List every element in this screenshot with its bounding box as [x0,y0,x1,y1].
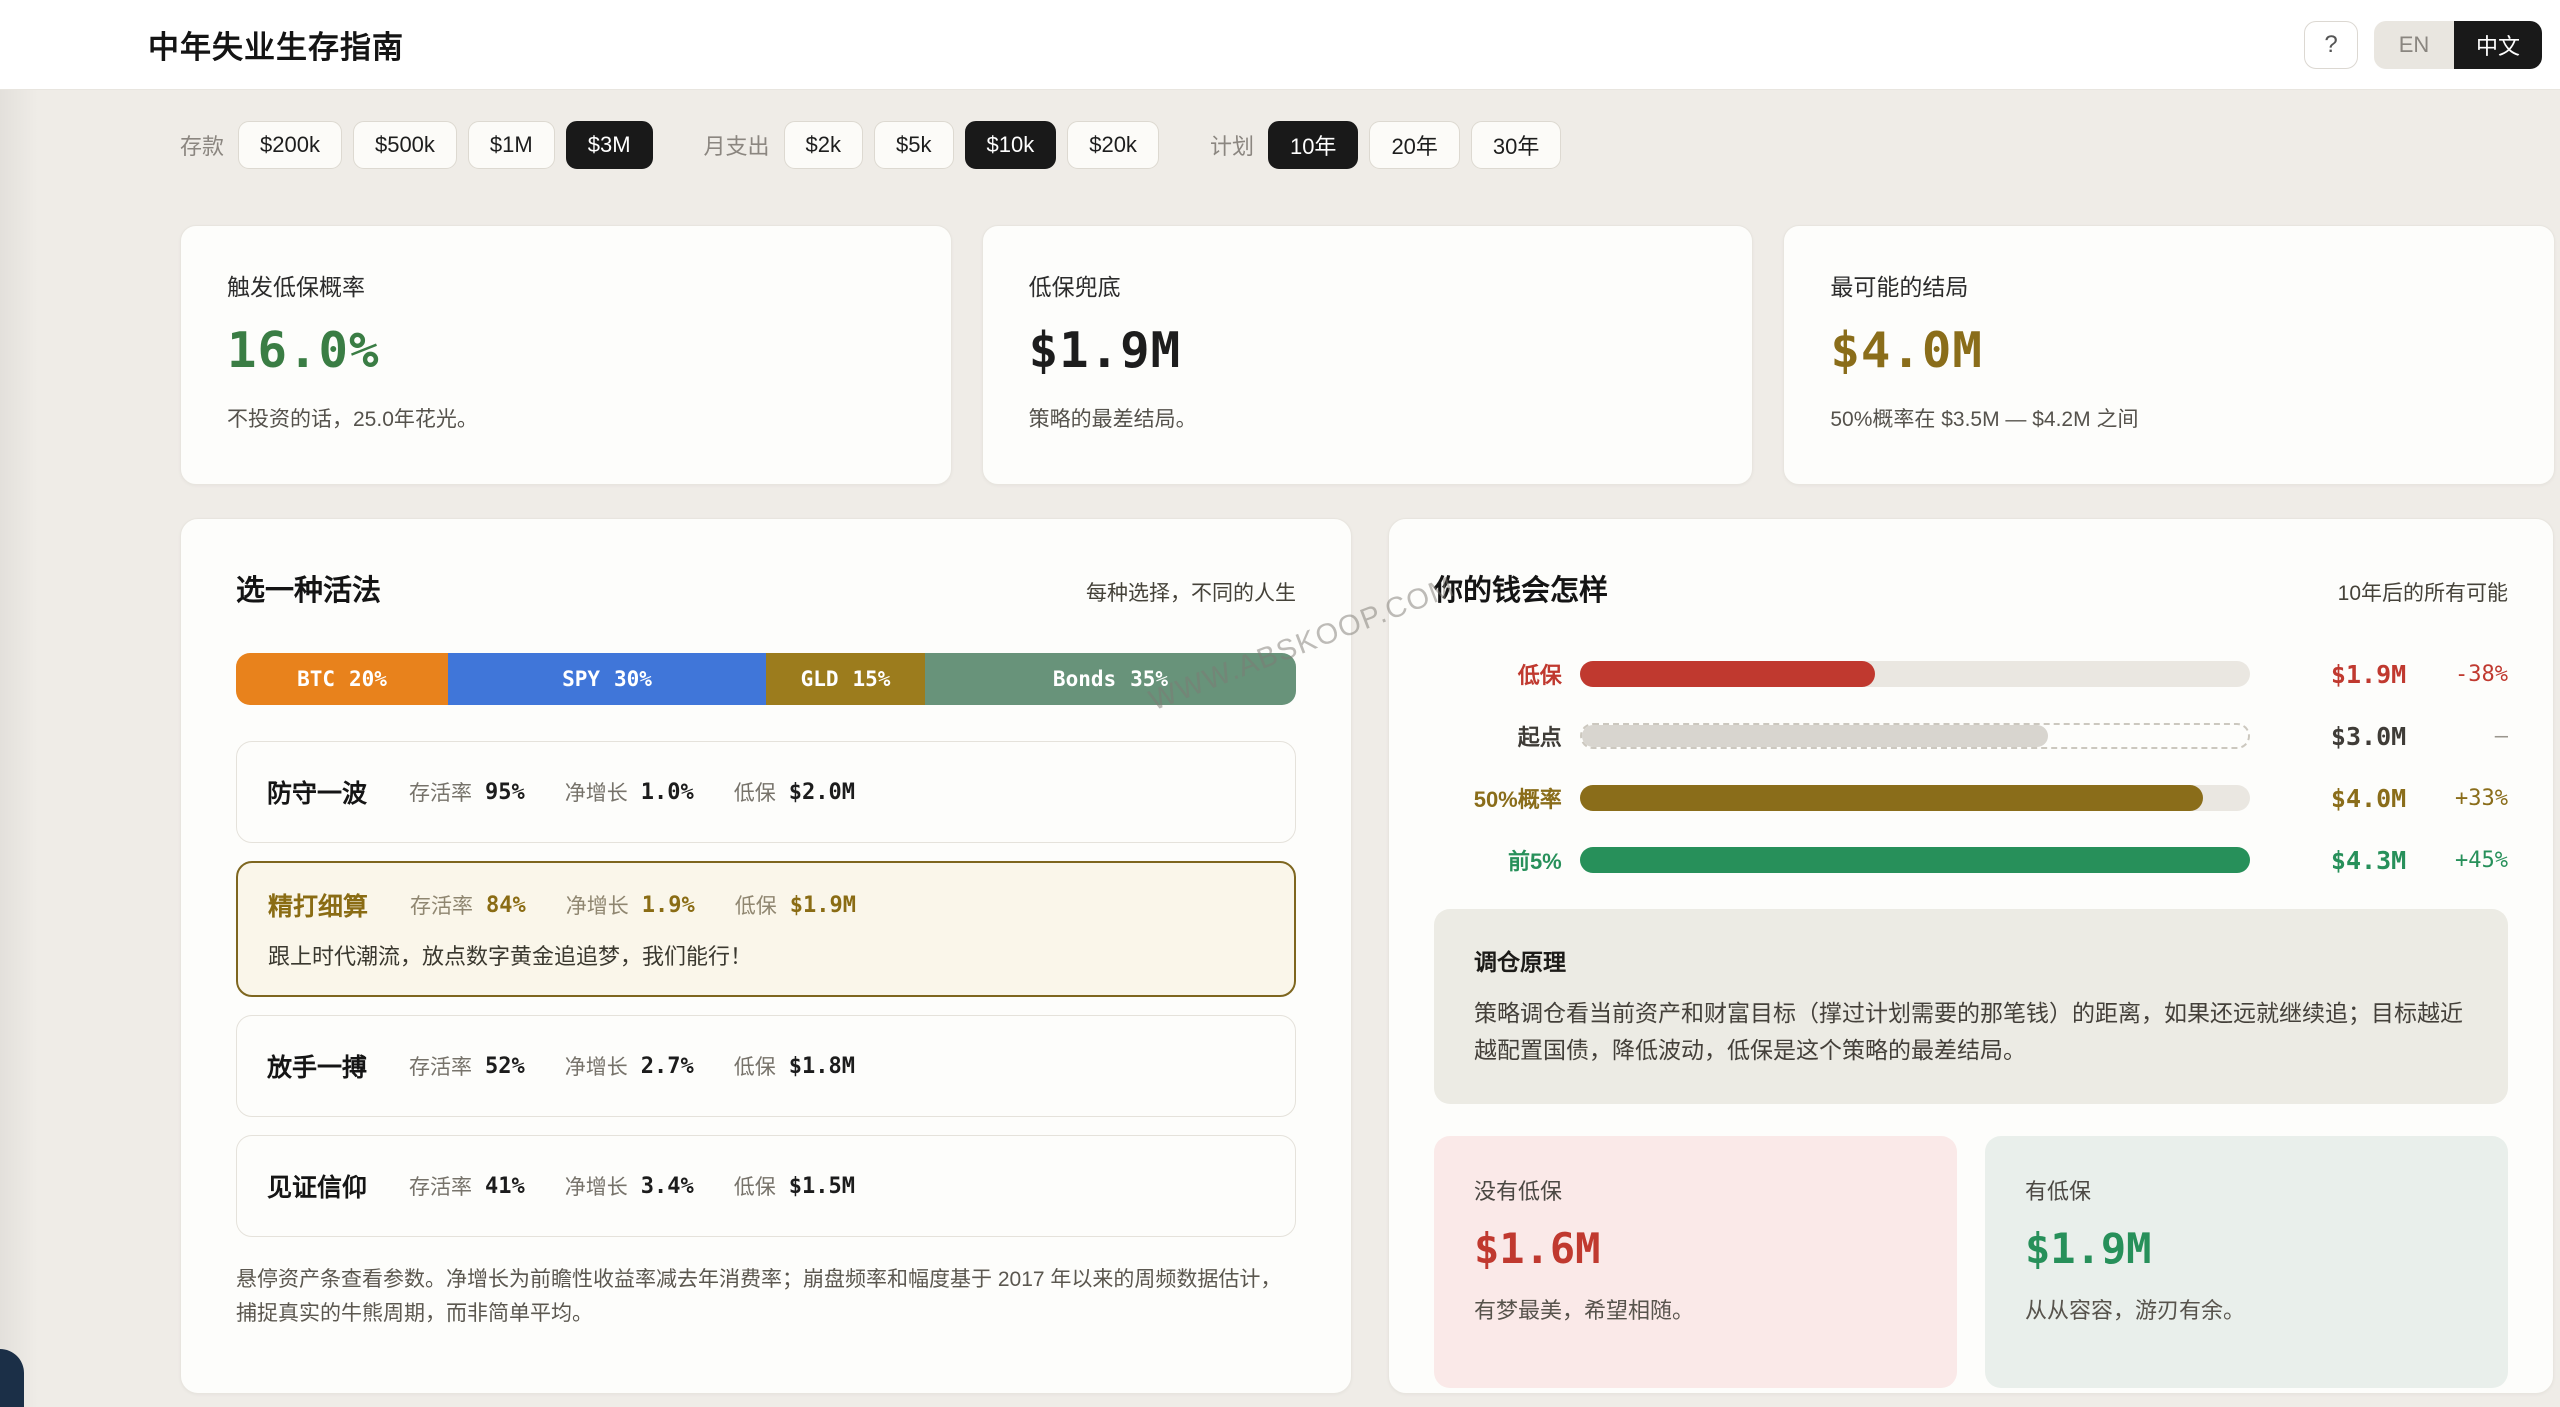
spending-chip-10k-selected[interactable]: $10k [965,121,1057,169]
stat-label: 低保兜底 [1029,268,1707,302]
stat-caption: 策略的最差结局。 [1029,403,1707,433]
stat-card-ruin-probability: 触发低保概率 16.0% 不投资的话，25.0年花光。 [180,225,952,485]
lang-option-zh[interactable]: 中文 [2454,21,2542,69]
allocation-segment-btc[interactable]: BTC 20% [236,653,448,705]
horizon-chip-30y[interactable]: 30年 [1471,121,1561,169]
rebalance-principle-box: 调仓原理 策略调仓看当前资产和财富目标（撑过计划需要的那笔钱）的距离，如果还远就… [1434,909,2508,1104]
stat-label: 最可能的结局 [1830,268,2508,302]
floor-comparison-cards: 没有低保 $1.6M 有梦最美，希望相随。 有低保 $1.9M 从从容容，游刃有… [1434,1136,2508,1388]
principle-title: 调仓原理 [1474,943,2468,977]
spending-chip-2k[interactable]: $2k [784,121,863,169]
strategy-option-all-in[interactable]: 放手一搏 存活率52% 净增长2.7% 低保$1.8M [236,1015,1296,1117]
principle-body: 策略调仓看当前资产和财富目标（撑过计划需要的那笔钱）的距离，如果还远就继续追；目… [1474,995,2468,1070]
stat-label: 触发低保概率 [227,268,905,302]
header-controls: ? EN 中文 [2304,21,2542,69]
strategy-option-faith[interactable]: 见证信仰 存活率41% 净增长3.4% 低保$1.5M [236,1135,1296,1237]
spending-label: 月支出 [704,129,770,161]
outcomes-panel: 你的钱会怎样 10年后的所有可能 低保 $1.9M -38% 起点 $3.0M … [1388,518,2554,1394]
savings-chip-3m-selected[interactable]: $3M [566,121,653,169]
strategy-option-budget-selected[interactable]: 精打细算 存活率84% 净增长1.9% 低保$1.9M 跟上时代潮流，放点数字黄… [236,861,1296,997]
stat-card-floor-backstop: 低保兜底 $1.9M 策略的最差结局。 [982,225,1754,485]
outcome-bar-fill [1580,785,2204,811]
horizon-chip-10y-selected[interactable]: 10年 [1268,121,1358,169]
stat-value: $4.0M [1830,322,2508,379]
savings-chip-200k[interactable]: $200k [238,121,342,169]
allocation-bar: BTC 20% SPY 30% GLD 15% Bonds 35% [236,653,1296,705]
stat-caption: 50%概率在 $3.5M — $4.2M 之间 [1830,403,2508,433]
outcome-row-start: 起点 $3.0M — [1434,723,2508,749]
outcome-bar-track [1580,847,2251,873]
outcome-row-floor: 低保 $1.9M -38% [1434,661,2508,687]
outcome-bar-fill [1580,661,1875,687]
outcome-bar-fill [1580,847,2251,873]
filter-bar: 存款 $200k $500k $1M $3M 月支出 $2k $5k $10k … [180,120,1572,170]
savings-chip-1m[interactable]: $1M [468,121,555,169]
stat-caption: 不投资的话，25.0年花光。 [227,403,905,433]
strategy-panel-title: 选一种活法 [236,567,381,609]
outcome-row-top5: 前5% $4.3M +45% [1434,847,2508,873]
app-root: 中年失业生存指南 ? EN 中文 存款 $200k $500k $1M $3M … [0,0,2560,1407]
help-button[interactable]: ? [2304,21,2358,69]
outcome-bar-fill [1582,725,2049,747]
stat-value: 16.0% [227,322,905,379]
savings-label: 存款 [180,129,224,161]
allocation-segment-spy[interactable]: SPY 30% [448,653,766,705]
outcomes-panel-title: 你的钱会怎样 [1434,567,1608,609]
page-title: 中年失业生存指南 [148,22,404,67]
card-with-floor: 有低保 $1.9M 从从容容，游刃有余。 [1985,1136,2508,1388]
strategy-list: 防守一波 存活率95% 净增长1.0% 低保$2.0M 精打细算 存活率84% … [236,741,1296,1237]
spending-chip-5k[interactable]: $5k [874,121,953,169]
savings-chip-500k[interactable]: $500k [353,121,457,169]
outcome-bars: 低保 $1.9M -38% 起点 $3.0M — 50%概率 $4.0M +33… [1434,661,2508,873]
strategy-description: 跟上时代潮流，放点数字黄金追追梦，我们能行！ [268,939,1264,971]
strategy-panel-caption: 每种选择，不同的人生 [1086,577,1296,607]
strategy-panel: 选一种活法 每种选择，不同的人生 BTC 20% SPY 30% GLD 15%… [180,518,1352,1394]
stat-cards-row: 触发低保概率 16.0% 不投资的话，25.0年花光。 低保兜底 $1.9M 策… [180,225,2555,485]
outcome-bar-track [1580,723,2251,749]
outcome-bar-track [1580,785,2251,811]
strategy-footnote: 悬停资产条查看参数。净增长为前瞻性收益率减去年消费率；崩盘频率和幅度基于 201… [236,1263,1296,1330]
allocation-segment-gld[interactable]: GLD 15% [766,653,925,705]
spending-chip-20k[interactable]: $20k [1067,121,1159,169]
horizon-label: 计划 [1210,129,1254,161]
strategy-option-defensive[interactable]: 防守一波 存活率95% 净增长1.0% 低保$2.0M [236,741,1296,843]
outcome-bar-track [1580,661,2251,687]
header: 中年失业生存指南 ? EN 中文 [0,0,2560,90]
bottom-left-corner-artifact [0,1349,24,1407]
stat-value: $1.9M [1029,322,1707,379]
card-without-floor: 没有低保 $1.6M 有梦最美，希望相随。 [1434,1136,1957,1388]
outcomes-panel-caption: 10年后的所有可能 [2338,577,2508,607]
horizon-chip-20y[interactable]: 20年 [1369,121,1459,169]
lang-option-en[interactable]: EN [2374,21,2454,69]
outcome-row-median: 50%概率 $4.0M +33% [1434,785,2508,811]
language-toggle: EN 中文 [2374,21,2542,69]
left-edge-shadow [0,90,38,1407]
stat-card-likely-outcome: 最可能的结局 $4.0M 50%概率在 $3.5M — $4.2M 之间 [1783,225,2555,485]
